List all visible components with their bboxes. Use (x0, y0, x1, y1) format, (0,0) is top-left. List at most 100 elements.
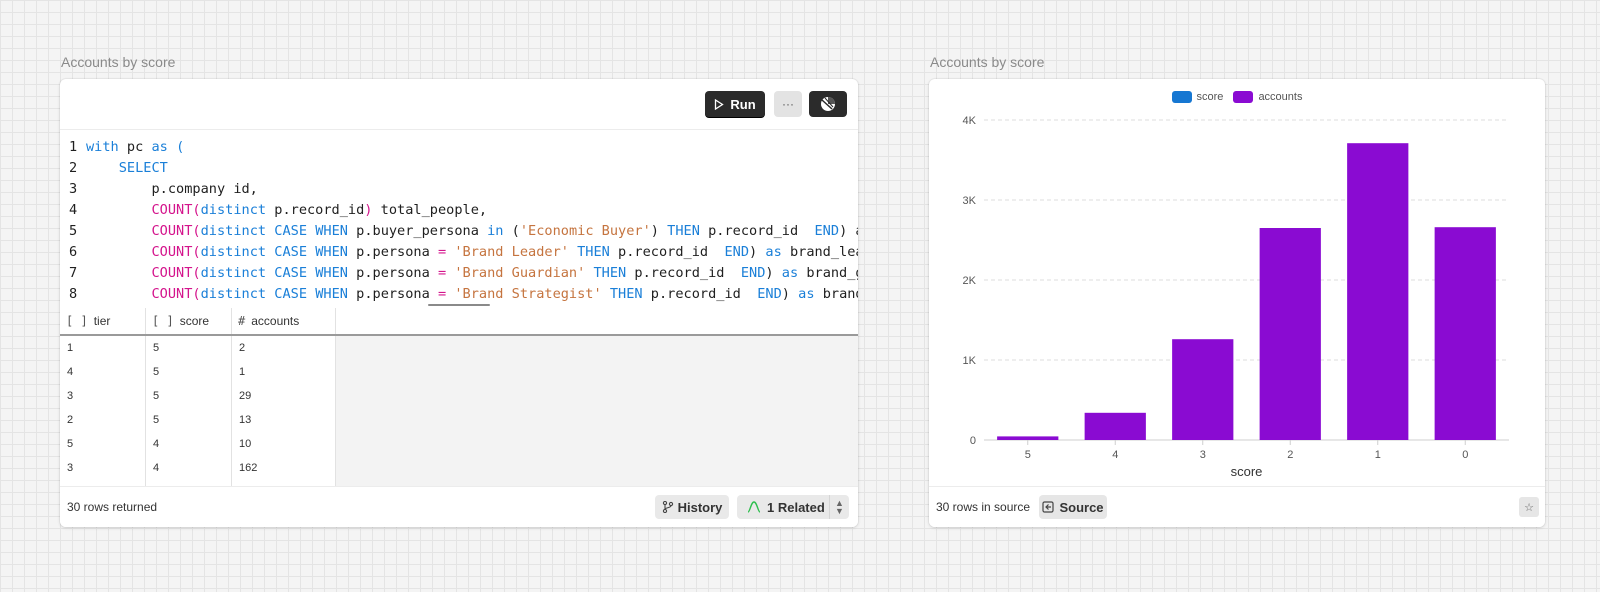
x-tick-label: 1 (1375, 449, 1381, 461)
source-button-label: Source (1059, 499, 1104, 515)
table-row[interactable]: 152 (60, 336, 336, 361)
related-curve-icon (747, 501, 761, 513)
bar-4 (1084, 412, 1146, 440)
code-token: THEN (593, 265, 627, 281)
line-number: 3 (69, 181, 78, 197)
code-token: distinct (200, 265, 267, 281)
source-button[interactable]: Source (1039, 495, 1107, 519)
bar-chart: 0 1K 2K 3K 4K 5 4 3 2 1 0 score (963, 115, 1509, 479)
line-number: 2 (69, 160, 78, 176)
code-token: p.record_id (699, 223, 815, 239)
code-token: ( (192, 244, 201, 260)
more-dots-icon: ··· (782, 97, 794, 111)
column-header-label: score (179, 314, 210, 328)
code-line[interactable]: 8 COUNT(distinct CASE WHEN p.persona = '… (60, 284, 858, 305)
table-row[interactable]: 3 5 29 (60, 384, 336, 409)
code-token: WHEN (315, 244, 348, 260)
table-row[interactable]: 5 4 10 (60, 432, 336, 457)
bar-5 (997, 436, 1059, 440)
number-type-icon: # (238, 314, 246, 328)
query-card: Run ··· 1 with pc as (2 SELECT 3 p.company… (60, 79, 858, 527)
run-button-label: Run (730, 96, 756, 112)
x-tick-label: 4 (1112, 449, 1118, 461)
bar-2 (1259, 228, 1321, 440)
code-token: ) (765, 265, 782, 281)
code-token: in (487, 223, 504, 239)
code-text: COUNT(distinct CASE WHEN p.persona = 'Br… (86, 263, 858, 284)
bar-0 (1434, 227, 1496, 440)
column-header-accounts[interactable]: # accounts (232, 308, 336, 334)
star-icon: ☆ (1524, 501, 1534, 514)
code-text: COUNT(distinct CASE WHEN p.persona = 'Br… (86, 284, 858, 305)
code-token: pc (118, 139, 152, 155)
code-token: END (814, 223, 840, 239)
related-main[interactable]: 1 Related (737, 500, 829, 515)
table-row[interactable]: 3 4 162 (60, 456, 336, 481)
code-token: distinct (200, 286, 267, 302)
code-token: COUNT (151, 223, 193, 239)
code-line[interactable]: 2 SELECT (60, 158, 858, 179)
editor-resize-handle[interactable] (428, 304, 490, 306)
results-grid[interactable]: 1 5 2 4 5 1 3 5 29 2 5 13 5 4 10 3 4 162 (60, 336, 858, 486)
table-cell: 1 (232, 360, 336, 384)
code-token: ) (749, 244, 766, 260)
code-token: ) as economic_buyer_count, (839, 223, 858, 239)
visualize-button[interactable] (809, 91, 847, 117)
code-token: p.persona (347, 286, 438, 302)
table-cell: 13 (232, 408, 336, 432)
code-text: COUNT(distinct CASE WHEN p.buyer_persona… (86, 221, 858, 242)
code-token: with (86, 139, 119, 155)
code-token: ) (650, 223, 668, 239)
code-line[interactable]: 5 COUNT(distinct CASE WHEN p.buyer_perso… (60, 221, 858, 242)
y-tick-label: 4K (963, 115, 977, 127)
column-header-score[interactable]: [ ] score (146, 308, 232, 334)
related-dropdown-icon[interactable]: ▲ ▼ (830, 499, 849, 516)
x-axis-label: score (1231, 464, 1263, 479)
code-line[interactable]: 4 COUNT(distinct p.record_id) total_peop… (60, 200, 858, 221)
code-token: distinct (200, 202, 267, 218)
code-token: brand_leader_count, (789, 244, 858, 260)
table-cell: 3 (60, 456, 146, 480)
code-token: p.record_id (609, 244, 725, 260)
code-token: WHEN (315, 223, 348, 239)
code-line[interactable]: 1 with pc as ( (60, 137, 858, 158)
code-line[interactable]: 6 COUNT(distinct CASE WHEN p.persona = '… (60, 242, 858, 263)
x-tick-label: 3 (1200, 449, 1206, 461)
table-cell: 162 (232, 456, 336, 480)
table-cell: 4 (146, 456, 232, 480)
table-row[interactable]: 2 5 13 (60, 408, 336, 433)
code-token: WHEN (315, 265, 348, 281)
run-button[interactable]: Run (705, 91, 765, 117)
array-type-icon: [ ] (66, 314, 88, 328)
table-cell: 5 (146, 384, 232, 408)
star-button[interactable]: ☆ (1519, 497, 1539, 517)
results-grid-header: [ ] tier [ ] score # accounts (60, 304, 858, 336)
more-options-button[interactable]: ··· (774, 91, 802, 117)
code-token: distinct (200, 223, 267, 239)
history-button[interactable]: History (655, 495, 729, 519)
table-row[interactable]: 451 (60, 360, 336, 385)
code-token: END (740, 265, 766, 281)
related-button[interactable]: 1 Related ▲ ▼ (737, 495, 849, 519)
code-token: as (798, 286, 815, 302)
code-line[interactable]: 7 COUNT(distinct CASE WHEN p.persona = '… (60, 263, 858, 284)
code-token: distinct (200, 244, 267, 260)
code-line[interactable]: 3 p.company id, (60, 179, 858, 200)
code-text: with pc as ( (86, 137, 184, 158)
column-header-tier[interactable]: [ ] tier (60, 308, 146, 334)
code-token: = (437, 244, 447, 260)
code-token: = (437, 286, 447, 302)
table-cell: 5 (146, 408, 232, 432)
rows-returned-text: 30 rows returned (67, 500, 158, 514)
bar-1 (1347, 143, 1409, 440)
table-cell: 2 (232, 336, 336, 360)
query-footer: 30 rows returned History 1 Related ▲ ▼ (60, 486, 858, 527)
play-icon (715, 98, 725, 110)
